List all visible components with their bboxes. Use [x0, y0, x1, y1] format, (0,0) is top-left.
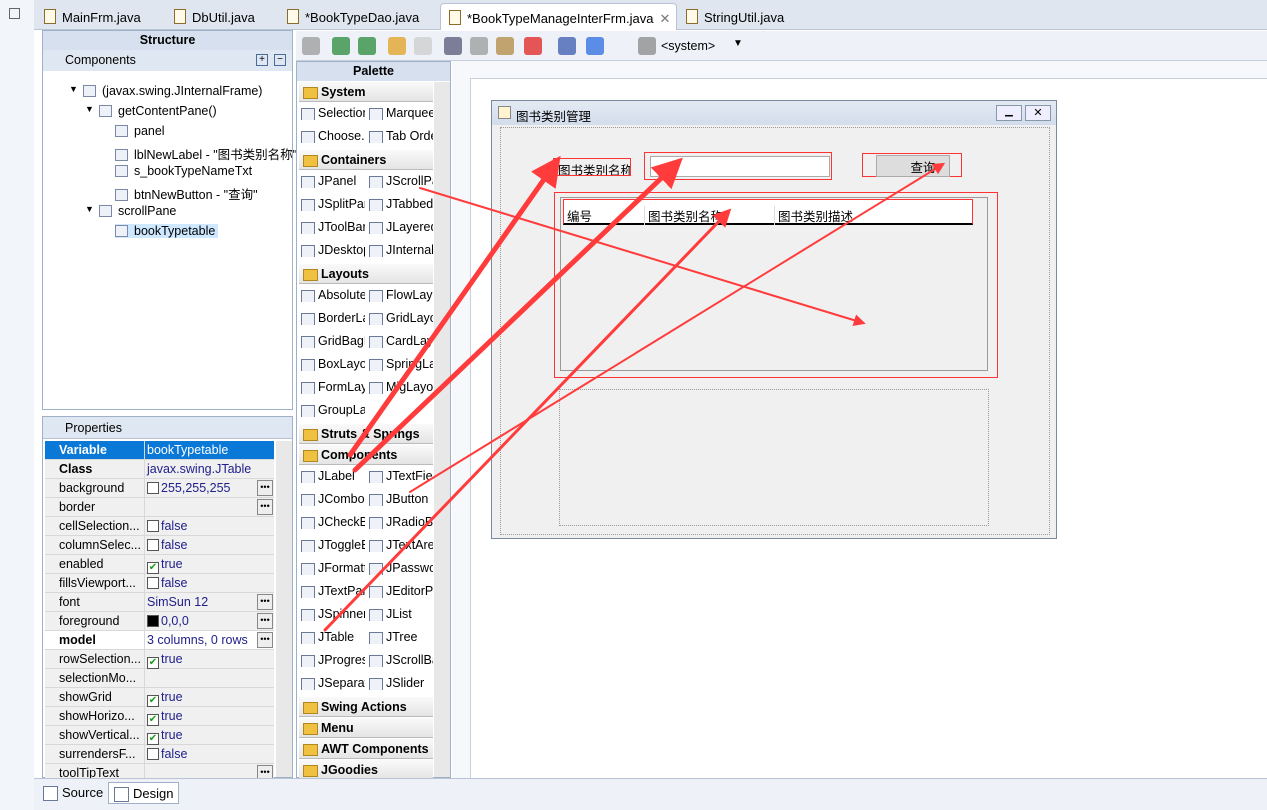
tab-source[interactable]: Source — [38, 782, 108, 804]
annotation-arrows — [323, 155, 946, 632]
arrow — [323, 208, 732, 632]
editor-mode-tabs: Source Design — [34, 778, 1267, 810]
tab-design[interactable]: Design — [108, 782, 180, 804]
arrow — [409, 162, 946, 493]
